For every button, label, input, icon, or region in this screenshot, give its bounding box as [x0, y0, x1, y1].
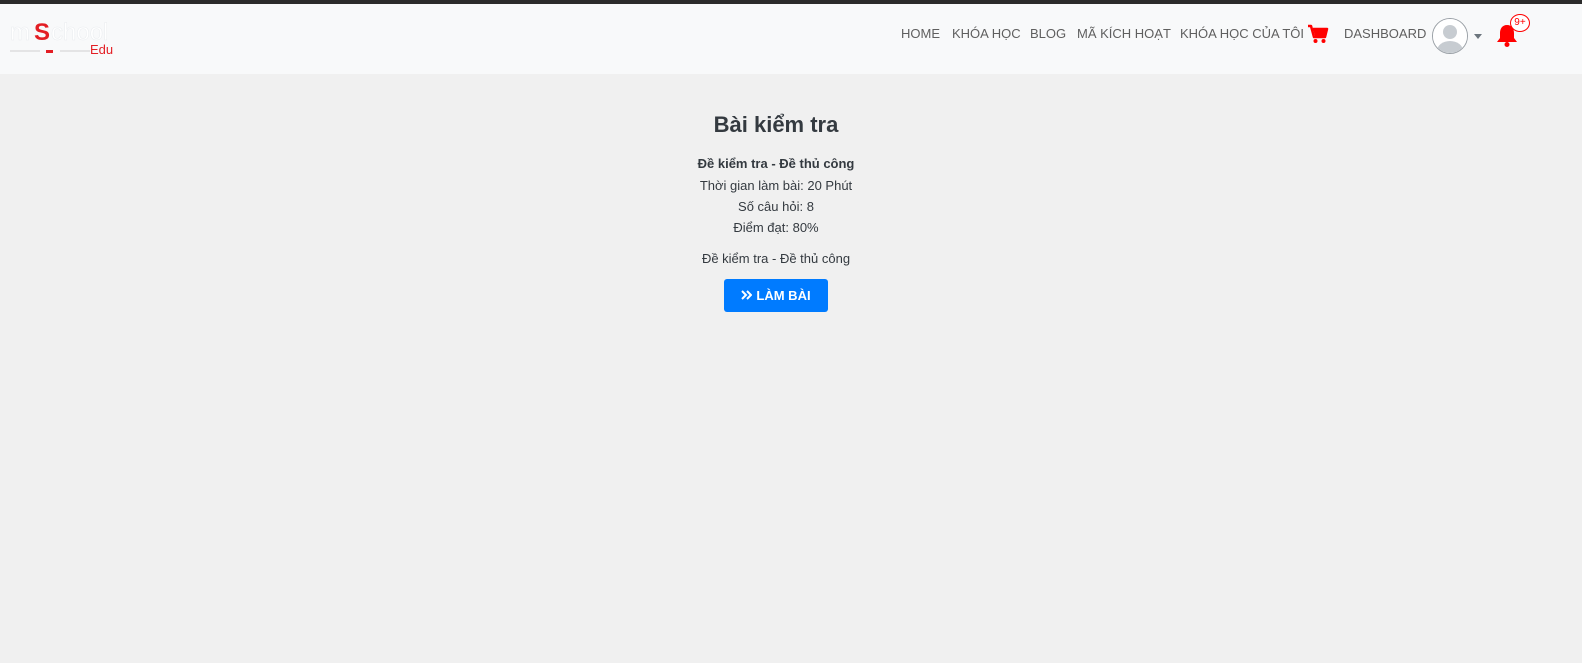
page-title: Bài kiểm tra [713, 112, 839, 137]
exam-time: Thời gian làm bài: 20 Phút [699, 178, 853, 193]
svg-text:S: S [34, 19, 50, 46]
nav-link-blog[interactable]: BLOG [1030, 26, 1066, 41]
svg-text:Edu: Edu [90, 42, 113, 57]
exam-name: Đề kiểm tra - Đề thủ công [697, 156, 855, 171]
exam-description: Đề kiểm tra - Đề thủ công [701, 251, 851, 266]
navbar: m S chool Edu HOME KHÓA HỌC BLOG MÃ KÍCH… [0, 4, 1582, 74]
site-logo[interactable]: m S chool Edu [10, 18, 125, 58]
exam-question-count: Số câu hỏi: 8 [738, 199, 814, 214]
exam-pass-score: Điểm đạt: 80% [733, 220, 819, 235]
nav-link-activation-code[interactable]: MÃ KÍCH HOẠT [1077, 26, 1171, 41]
nav-link-courses[interactable]: KHÓA HỌC [952, 26, 1021, 41]
double-chevron-right-icon [741, 288, 753, 303]
nav-link-my-courses[interactable]: KHÓA HỌC CỦA TÔI [1180, 26, 1304, 41]
nav-link-home[interactable]: HOME [901, 26, 940, 41]
cart-icon[interactable] [1307, 24, 1329, 44]
nav-link-dashboard[interactable]: DASHBOARD [1344, 26, 1426, 41]
start-exam-label: LÀM BÀI [756, 288, 811, 303]
user-menu[interactable] [1432, 18, 1482, 54]
svg-text:m: m [10, 19, 30, 46]
start-exam-button[interactable]: LÀM BÀI [724, 279, 828, 312]
avatar[interactable] [1432, 18, 1468, 54]
chevron-down-icon[interactable] [1474, 33, 1482, 39]
notification-badge: 9+ [1510, 14, 1530, 32]
